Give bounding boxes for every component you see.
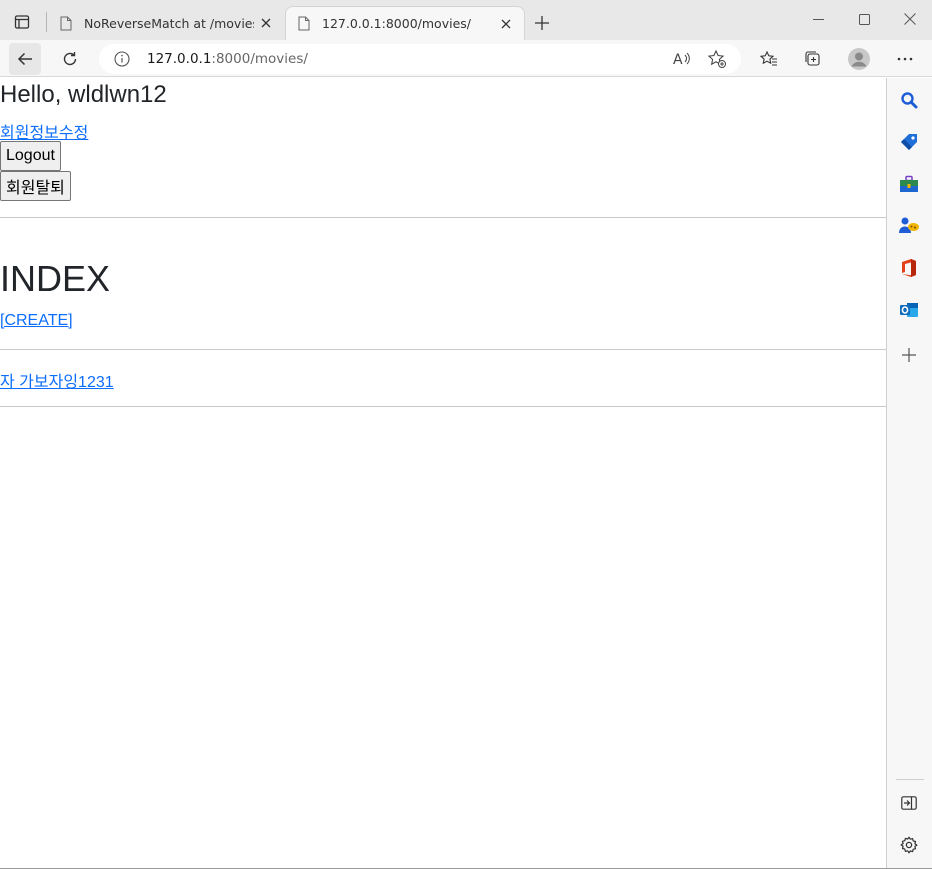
tab-separator xyxy=(46,12,47,32)
office-icon[interactable] xyxy=(898,257,920,279)
settings-more-button[interactable] xyxy=(889,43,921,75)
close-icon[interactable] xyxy=(254,11,278,35)
tab-strip: NoReverseMatch at /movies/ 127.0.0.1:800… xyxy=(0,0,932,40)
page-viewport: Hello, wldlwn12 회원정보수정 Logout 회원탈퇴 INDEX… xyxy=(0,78,886,868)
url-path: :8000/movies/ xyxy=(211,51,308,67)
greeting-heading: Hello, wldlwn12 xyxy=(0,81,167,108)
collections-button[interactable] xyxy=(797,43,829,75)
divider xyxy=(0,217,886,218)
collections-icon xyxy=(805,51,820,66)
divider xyxy=(0,406,886,407)
address-bar[interactable]: 127.0.0.1:8000/movies/ A xyxy=(99,44,741,74)
toolbox-icon[interactable] xyxy=(898,173,920,195)
tab-title: NoReverseMatch at /movies/ xyxy=(84,15,254,31)
tag-icon[interactable] xyxy=(898,131,920,153)
tab-movies[interactable]: 127.0.0.1:8000/movies/ xyxy=(285,6,525,40)
maximize-button[interactable] xyxy=(842,4,886,34)
refresh-button[interactable] xyxy=(54,43,86,75)
read-aloud-icon[interactable]: A xyxy=(671,49,691,73)
maximize-icon xyxy=(858,13,870,25)
games-icon[interactable] xyxy=(898,215,920,237)
tab-actions-icon[interactable] xyxy=(8,8,36,36)
more-icon xyxy=(897,57,913,61)
address-url[interactable]: 127.0.0.1:8000/movies/ xyxy=(147,51,308,67)
page-icon xyxy=(298,16,310,31)
window-close-button[interactable] xyxy=(888,4,932,34)
browser-toolbar: 127.0.0.1:8000/movies/ A xyxy=(0,40,932,77)
withdraw-button[interactable]: 회원탈퇴 xyxy=(0,171,71,201)
add-favorite-icon[interactable] xyxy=(707,49,727,73)
edge-sidebar xyxy=(887,78,932,868)
tab-noreversematch[interactable]: NoReverseMatch at /movies/ xyxy=(48,6,284,40)
new-tab-button[interactable] xyxy=(529,10,555,36)
index-title: INDEX xyxy=(0,258,111,299)
minimize-icon xyxy=(812,18,824,20)
avatar-icon xyxy=(848,48,870,70)
settings-gear-icon[interactable] xyxy=(898,834,920,856)
page-icon xyxy=(60,16,72,30)
favorites-icon xyxy=(760,50,777,66)
plus-icon xyxy=(535,16,549,30)
outlook-icon[interactable] xyxy=(898,299,920,321)
logout-button[interactable]: Logout xyxy=(0,141,61,171)
url-host: 127.0.0.1 xyxy=(147,51,212,67)
svg-text:A: A xyxy=(673,52,683,68)
edit-profile-link[interactable]: 회원정보수정 xyxy=(0,119,88,143)
profile-button[interactable] xyxy=(843,43,875,75)
back-button[interactable] xyxy=(9,43,41,75)
close-icon[interactable] xyxy=(494,12,518,36)
movie-link[interactable]: 자 가보자잉1231 xyxy=(0,368,114,392)
search-icon[interactable] xyxy=(898,89,920,111)
hide-sidebar-icon[interactable] xyxy=(898,792,920,814)
favorites-button[interactable] xyxy=(753,43,785,75)
create-link[interactable]: [CREATE] xyxy=(0,312,73,330)
site-info-icon[interactable] xyxy=(113,50,131,68)
divider xyxy=(0,349,886,350)
add-icon[interactable] xyxy=(898,344,920,366)
close-icon xyxy=(904,13,916,25)
refresh-icon xyxy=(63,52,77,66)
sidebar-separator xyxy=(896,779,924,780)
minimize-button[interactable] xyxy=(796,4,840,34)
back-arrow-icon xyxy=(17,52,32,66)
tab-title: 127.0.0.1:8000/movies/ xyxy=(322,16,471,31)
